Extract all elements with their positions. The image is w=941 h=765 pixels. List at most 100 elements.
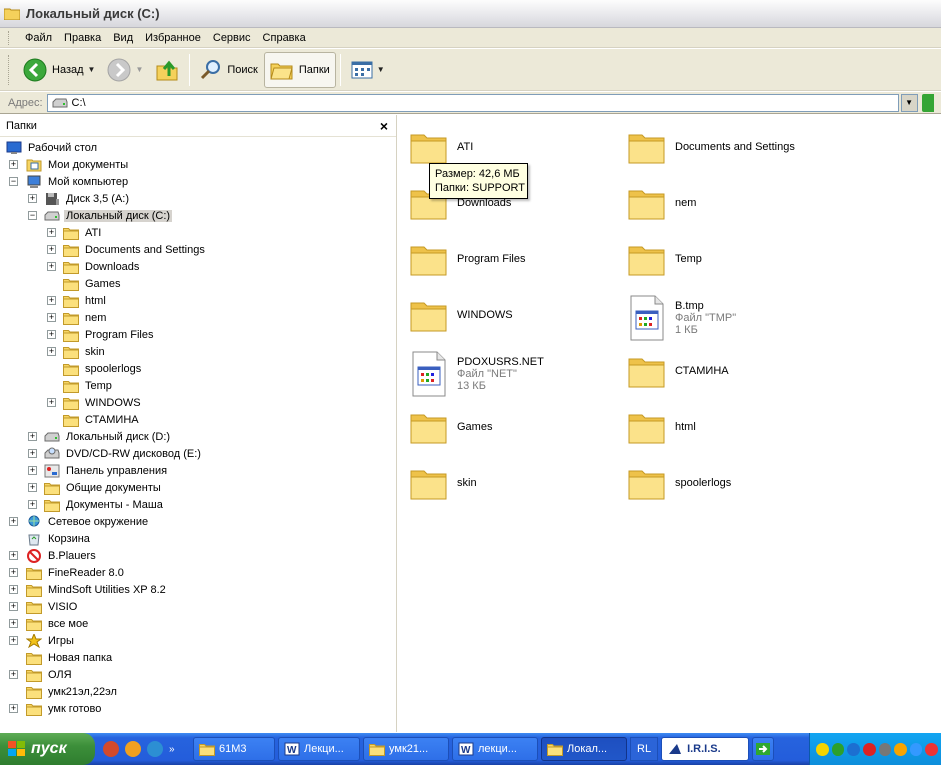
menu-tools[interactable]: Сервис — [207, 32, 257, 44]
folder-item[interactable]: spoolerlogs — [627, 463, 731, 503]
expand-icon[interactable]: + — [47, 330, 56, 339]
tree-item[interactable]: + WINDOWS — [47, 394, 143, 411]
tree-item[interactable]: + Локальный диск (D:) — [28, 428, 172, 445]
tree-item[interactable]: + Документы - Маша — [28, 496, 165, 513]
tree-item[interactable]: Новая папка — [26, 649, 114, 666]
expand-icon[interactable]: + — [9, 619, 18, 628]
expand-icon[interactable]: + — [9, 585, 18, 594]
tray-app-icon[interactable] — [831, 742, 845, 756]
file-item[interactable]: B.tmp Файл "TMP" 1 КБ — [627, 295, 736, 341]
quick-launch-app-icon[interactable] — [103, 741, 119, 757]
address-input[interactable]: C:\ — [46, 93, 899, 112]
start-button[interactable]: пуск — [0, 733, 95, 765]
tree-item[interactable]: Temp — [63, 377, 114, 394]
tray-network-icon[interactable] — [847, 742, 860, 756]
taskbar-button[interactable]: 61М3 — [193, 737, 275, 761]
expand-icon[interactable]: + — [9, 602, 18, 611]
expand-icon[interactable]: + — [47, 347, 56, 356]
tree-item[interactable]: + все мое — [9, 615, 90, 632]
tree-item[interactable]: Games — [63, 275, 122, 292]
tree-item[interactable]: + html — [47, 292, 108, 309]
expand-icon[interactable]: + — [9, 636, 18, 645]
forward-button[interactable]: ▼ — [101, 52, 149, 88]
tree-item[interactable]: − Мой компьютер — [9, 173, 130, 190]
folder-item[interactable]: Program Files — [409, 239, 525, 279]
tree-item[interactable]: + ОЛЯ — [9, 666, 74, 683]
folder-item[interactable]: nem — [627, 183, 696, 223]
quick-launch-ie-icon[interactable] — [147, 741, 163, 757]
tree-item[interactable]: + B.Plauers — [9, 547, 98, 564]
tree-item[interactable]: + Сетевое окружение — [9, 513, 150, 530]
tree-item[interactable]: + MindSoft Utilities XP 8.2 — [9, 581, 168, 598]
tree-item[interactable]: − Локальный диск (C:) — [28, 207, 173, 224]
tree-item[interactable]: + nem — [47, 309, 108, 326]
expand-icon[interactable]: + — [9, 517, 18, 526]
tree-item[interactable]: + DVD/CD-RW дисковод (E:) — [28, 445, 203, 462]
quick-launch-browser-icon[interactable] — [125, 741, 141, 757]
show-desktop-button[interactable] — [752, 737, 775, 761]
tray-volume-icon[interactable] — [878, 742, 892, 756]
menu-edit[interactable]: Правка — [58, 32, 107, 44]
expand-icon[interactable]: + — [28, 432, 37, 441]
tree-item[interactable]: + Program Files — [47, 326, 155, 343]
expand-icon[interactable]: + — [28, 449, 37, 458]
toolbar-grip[interactable] — [8, 30, 11, 45]
expand-icon[interactable]: + — [47, 313, 56, 322]
tray-monitor-icon[interactable] — [909, 742, 923, 756]
toolbar-grip[interactable] — [8, 54, 11, 85]
quick-launch-more-icon[interactable]: » — [169, 744, 175, 755]
expand-icon[interactable]: + — [28, 466, 37, 475]
file-item[interactable]: PDOXUSRS.NET Файл "NET" 13 КБ — [409, 351, 544, 397]
title-bar[interactable]: Локальный диск (C:) — [0, 0, 941, 28]
tray-antivirus-icon[interactable] — [862, 742, 876, 756]
tree-item[interactable]: + Documents and Settings — [47, 241, 207, 258]
tree-item[interactable]: + Мои документы — [9, 156, 130, 173]
menu-view[interactable]: Вид — [107, 32, 139, 44]
tree-item[interactable]: + Панель управления — [28, 462, 169, 479]
tree-item[interactable]: + ATI — [47, 224, 103, 241]
folder-item[interactable]: html — [627, 407, 696, 447]
folder-item[interactable]: WINDOWS — [409, 295, 513, 335]
views-dropdown-icon[interactable]: ▼ — [377, 65, 385, 74]
folder-item[interactable]: Temp — [627, 239, 702, 279]
menu-favorites[interactable]: Избранное — [139, 32, 207, 44]
taskbar-button[interactable]: Wлекци... — [452, 737, 538, 761]
tree-item[interactable]: + Игры — [9, 632, 76, 649]
shield-icon[interactable] — [816, 742, 829, 756]
iris-toolbar[interactable]: I.R.I.S. — [661, 737, 750, 761]
tree-item[interactable]: + skin — [47, 343, 107, 360]
expand-icon[interactable]: + — [9, 704, 18, 713]
expand-icon[interactable]: + — [47, 296, 56, 305]
folder-item[interactable]: Documents and Settings — [627, 127, 795, 167]
taskbar-button[interactable]: умк21... — [363, 737, 449, 761]
language-indicator[interactable]: RL — [630, 737, 659, 761]
expand-icon[interactable]: + — [47, 398, 56, 407]
tree-item[interactable]: Корзина — [26, 530, 92, 547]
expand-icon[interactable]: + — [28, 194, 37, 203]
folder-item[interactable]: skin — [409, 463, 477, 503]
folder-item[interactable]: ATI — [409, 127, 473, 167]
folder-item[interactable]: Games — [409, 407, 492, 447]
tree-item[interactable]: умк21эл,22эл — [26, 683, 119, 700]
folders-button[interactable]: Папки — [263, 51, 336, 88]
close-icon[interactable]: × — [380, 118, 388, 134]
taskbar-button[interactable]: Локал... — [541, 737, 627, 761]
tray-update-icon[interactable] — [894, 742, 907, 756]
address-dropdown-icon[interactable]: ▼ — [900, 93, 918, 112]
expand-icon[interactable]: + — [47, 228, 56, 237]
expand-icon[interactable]: + — [9, 551, 18, 560]
taskbar-button[interactable]: W Лекци... — [278, 737, 360, 761]
tree-item[interactable]: СТАМИНА — [63, 411, 141, 428]
expand-icon[interactable]: + — [9, 670, 18, 679]
tree-item[interactable]: + VISIO — [9, 598, 79, 615]
menu-file[interactable]: Файл — [19, 32, 58, 44]
expand-icon[interactable]: + — [28, 500, 37, 509]
back-button[interactable]: Назад ▼ — [17, 52, 101, 88]
tray-alert-icon[interactable] — [925, 742, 938, 756]
views-button[interactable]: ▼ — [345, 52, 391, 88]
tree-item[interactable]: + Общие документы — [28, 479, 163, 496]
expand-icon[interactable]: + — [28, 483, 37, 492]
collapse-icon[interactable]: − — [28, 211, 37, 220]
search-button[interactable]: Поиск — [194, 52, 263, 88]
expand-icon[interactable]: + — [9, 568, 18, 577]
